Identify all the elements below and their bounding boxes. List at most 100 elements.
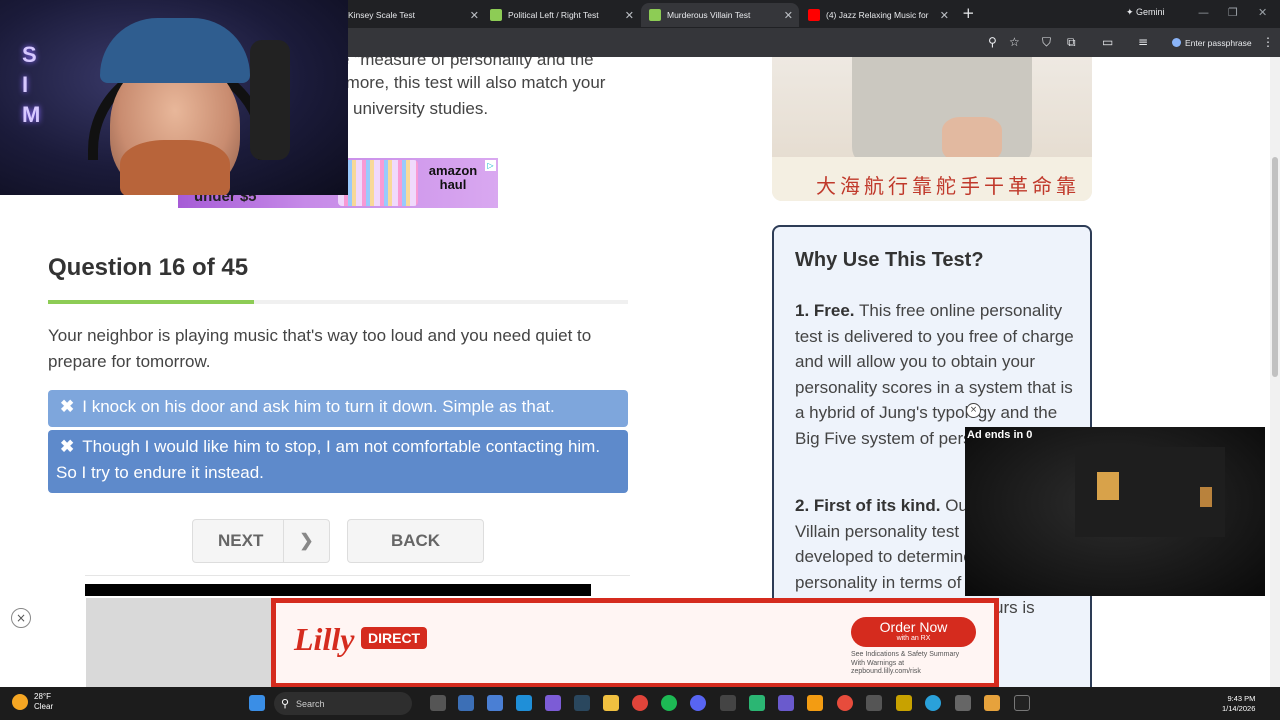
bookmark-star-icon[interactable]: ☆ [1009,35,1020,49]
reading-list-icon[interactable]: ▭ [1102,35,1113,49]
video-window-light [1097,472,1119,500]
weather-icon [12,694,28,710]
poster-hand [942,117,1002,162]
page-scrollbar[interactable] [1270,57,1280,687]
microphone [250,40,290,160]
photos-icon[interactable] [487,695,503,711]
media-controls-icon[interactable]: ≡ [1138,35,1148,49]
answer-option-2[interactable]: ✖ Though I would like him to stop, I am n… [48,430,628,493]
amazon-tag: haul [439,177,467,192]
weather-text: 28°F Clear [34,692,53,712]
search-label: Search [296,698,325,709]
passphrase-button[interactable]: Enter passphrase [1166,34,1258,51]
lilly-direct-ad[interactable]: Lilly DIRECT Order Now with an RX See In… [271,598,999,687]
maximize-icon[interactable]: ❐ [1228,6,1238,19]
app-icon[interactable] [749,695,765,711]
app-icon[interactable] [866,695,882,711]
passphrase-label: Enter passphrase [1185,37,1252,48]
order-now-sub: with an RX [896,635,931,642]
tab-jazz-music[interactable]: (4) Jazz Relaxing Music for ✕ [800,3,955,27]
answer-text: I knock on his door and ask him to turn … [82,397,555,416]
weather-temp: 28°F [34,692,51,701]
direct-badge: DIRECT [361,627,428,649]
webcam-overlay: SIM [0,0,348,195]
tab-political-test[interactable]: Political Left / Right Test ✕ [482,3,640,27]
windows-start-icon[interactable] [249,695,265,711]
bottom-ad-banner: × Lilly DIRECT Order Now with an RX See … [0,598,1270,687]
tab-favicon-icon [649,9,661,21]
neon-sign: SIM [22,42,41,127]
lilly-logo: Lilly [294,621,355,657]
clock-date: 1/14/2026 [1222,704,1256,713]
menu-kebab-icon[interactable]: ⋮ [1262,35,1274,49]
close-tab-icon[interactable]: ✕ [784,9,793,22]
tab-title: Murderous Villain Test [667,10,751,20]
chrome-icon[interactable] [632,695,648,711]
shield-icon[interactable]: ⛉ [1042,35,1051,50]
answer-x-icon: ✖ [60,397,75,416]
discord-icon[interactable] [690,695,706,711]
next-label: NEXT [218,531,264,550]
edge-icon[interactable] [516,695,532,711]
telegram-icon[interactable] [925,695,941,711]
copilot-icon[interactable] [545,695,561,711]
why-point-1-lead: 1. Free. [795,301,855,320]
search-icon: ⚲ [281,698,290,710]
ad-countdown: Ad ends in 0 [967,429,1033,441]
close-tab-icon[interactable]: ✕ [470,9,479,22]
intro-line-3: university studies. [353,99,489,118]
app-icon[interactable] [778,695,794,711]
task-view-icon[interactable] [430,695,446,711]
app-icon[interactable] [896,695,912,711]
gemini-label: Gemini [1136,7,1165,17]
adchoices-icon[interactable]: ▷ [485,160,496,171]
progress-fill [48,300,255,304]
extensions-icon[interactable]: ⧉ [1067,35,1076,50]
close-tab-icon[interactable]: ✕ [940,9,949,22]
divider [85,575,630,576]
taskbar-search[interactable]: ⚲ Search [274,692,412,715]
clock-time: 9:43 PM [1227,694,1256,703]
streamer-beard [120,140,230,195]
tab-kinsey-scale-test[interactable]: Kinsey Scale Test ✕ [340,3,485,27]
steam-icon[interactable] [574,695,590,711]
windows-taskbar: 28°F Clear ⚲ Search 9:43 PM 1/14/2026 [0,687,1280,720]
profile-icon [1172,38,1181,47]
new-tab-button[interactable]: + [962,4,975,22]
ad-gray-panel [86,598,271,687]
minimize-icon[interactable]: — [1198,6,1209,19]
app-icon[interactable] [837,695,853,711]
taskbar-clock[interactable]: 9:43 PM 1/14/2026 [1222,694,1255,714]
close-tab-icon[interactable]: ✕ [625,9,634,22]
next-button[interactable]: NEXT ❯ [192,519,330,563]
question-progress-bar [48,300,628,304]
close-video-ad-icon[interactable]: × [966,403,981,418]
tab-murderous-villain-test[interactable]: Murderous Villain Test ✕ [641,3,799,27]
answer-option-1[interactable]: ✖ I knock on his door and ask him to turn… [48,390,628,427]
amazon-brand: amazon [428,163,478,178]
intro-line-2: rmore, this test will also match your [340,73,606,92]
weather-widget[interactable]: 28°F Clear [12,692,53,712]
why-point-1-text: This free online personality test is del… [795,301,1074,448]
poster-caption: 大海航行靠舵手干革命靠 [816,174,1080,198]
gemini-button[interactable]: ✦ Gemini [1126,7,1165,18]
vlc-icon[interactable] [807,695,823,711]
close-window-icon[interactable]: ✕ [1258,6,1267,19]
video-ad-player[interactable]: Ad ends in 0 [965,427,1265,596]
app-icon[interactable] [984,695,1000,711]
order-now-button[interactable]: Order Now with an RX [851,617,976,647]
close-ad-icon[interactable]: × [11,608,31,628]
weather-condition: Clear [34,702,54,711]
scrollbar-thumb[interactable] [1272,157,1278,377]
app-icon[interactable] [1014,695,1030,711]
app-icon[interactable] [720,695,736,711]
question-title: Question 16 of 45 [48,254,249,281]
zoom-icon[interactable]: ⚲ [988,35,997,49]
spotify-icon[interactable] [661,695,677,711]
back-button[interactable]: BACK [347,519,484,563]
app-icon[interactable] [955,695,971,711]
ad-slot [85,584,591,596]
file-explorer-icon[interactable] [603,695,619,711]
tab-title: (4) Jazz Relaxing Music for [826,10,929,20]
store-icon[interactable] [458,695,474,711]
